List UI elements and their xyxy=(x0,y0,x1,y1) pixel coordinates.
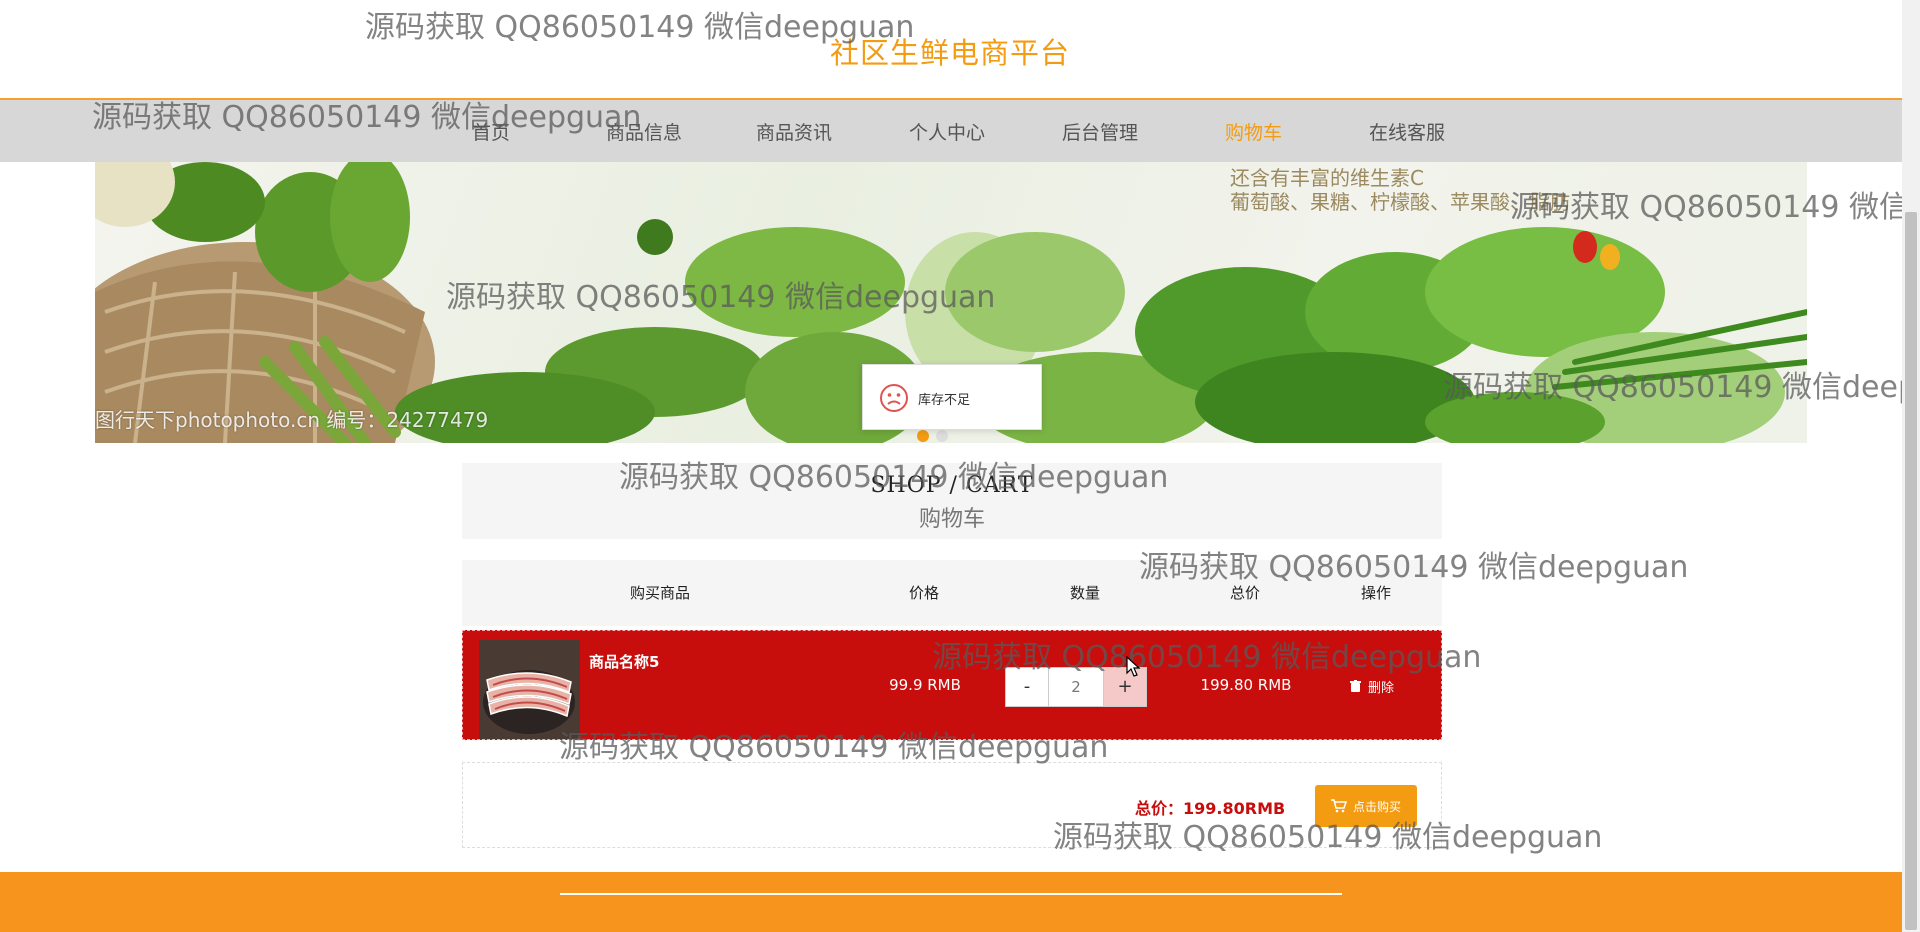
delete-button[interactable]: 删除 xyxy=(1349,677,1394,696)
nav-item-admin[interactable]: 后台管理 xyxy=(1062,118,1138,145)
trash-icon xyxy=(1350,680,1361,692)
nav-item-profile[interactable]: 个人中心 xyxy=(909,118,985,145)
carousel-dot-2[interactable] xyxy=(936,430,948,442)
buy-label: 点击购买 xyxy=(1352,799,1401,814)
delete-label: 删除 xyxy=(1368,681,1395,696)
nav-item-products[interactable]: 商品信息 xyxy=(606,118,682,145)
product-name[interactable]: 商品名称5 xyxy=(589,651,659,672)
grand-total: 总价：199.80RMB xyxy=(1135,799,1286,818)
banner-tagline-2: 葡萄酸、果糖、柠檬酸、苹果酸、脂肪 xyxy=(1230,190,1570,214)
sad-face-icon xyxy=(880,384,908,412)
nav-item-news[interactable]: 商品资讯 xyxy=(756,118,832,145)
cart-heading: SHOP / CART 购物车 xyxy=(462,463,1442,539)
column-header-quantity: 数量 xyxy=(1069,584,1101,602)
column-header-action: 操作 xyxy=(1360,584,1392,602)
footer xyxy=(0,872,1902,932)
cart-title-en: SHOP / CART xyxy=(870,473,1034,498)
product-thumbnail[interactable] xyxy=(479,640,580,739)
page: { "site": { "title": "社区生鲜电商平台" }, "nav"… xyxy=(0,0,1920,932)
banner-credit: 图行天下photophoto.cn 编号：24277479 xyxy=(95,408,489,432)
toast-message: 库存不足 xyxy=(862,364,1042,430)
cart-title-cn: 购物车 xyxy=(918,507,985,532)
product-price: 99.9 RMB xyxy=(889,676,961,694)
buy-button[interactable]: 点击购买 xyxy=(1315,785,1417,827)
toast-text: 库存不足 xyxy=(918,393,971,408)
column-header-price: 价格 xyxy=(908,584,940,602)
meat-product-image xyxy=(479,640,580,739)
mouse-pointer-icon xyxy=(1126,656,1141,677)
quantity-input[interactable]: 2 xyxy=(1049,667,1103,707)
column-header-total: 总价 xyxy=(1229,584,1261,602)
footer-divider xyxy=(560,893,1342,895)
row-total: 199.80 RMB xyxy=(1200,676,1292,694)
cart-table-header: 购买商品 价格 数量 总价 操作 xyxy=(462,560,1442,626)
nav-item-cart[interactable]: 购物车 xyxy=(1225,118,1282,145)
column-header-product: 购买商品 xyxy=(629,584,691,602)
page-scrollbar[interactable] xyxy=(1902,0,1920,932)
cart-summary: 总价：199.80RMB 点击购买 xyxy=(462,762,1442,848)
carousel-dot-1[interactable] xyxy=(917,430,929,442)
cart-row[interactable]: 商品名称5 99.9 RMB - 2 + 199.80 RMB 删除 xyxy=(462,630,1442,740)
carousel-dots xyxy=(917,430,948,442)
cart-icon xyxy=(1330,799,1347,813)
nav-item-home[interactable]: 首页 xyxy=(472,118,510,145)
main-nav: 首页 商品信息 商品资讯 个人中心 后台管理 购物车 在线客服 xyxy=(0,98,1902,162)
nav-item-support[interactable]: 在线客服 xyxy=(1369,118,1445,145)
quantity-decrease-button[interactable]: - xyxy=(1005,667,1049,707)
scrollbar-thumb[interactable] xyxy=(1905,212,1917,930)
site-title: 社区生鲜电商平台 xyxy=(829,36,1070,70)
